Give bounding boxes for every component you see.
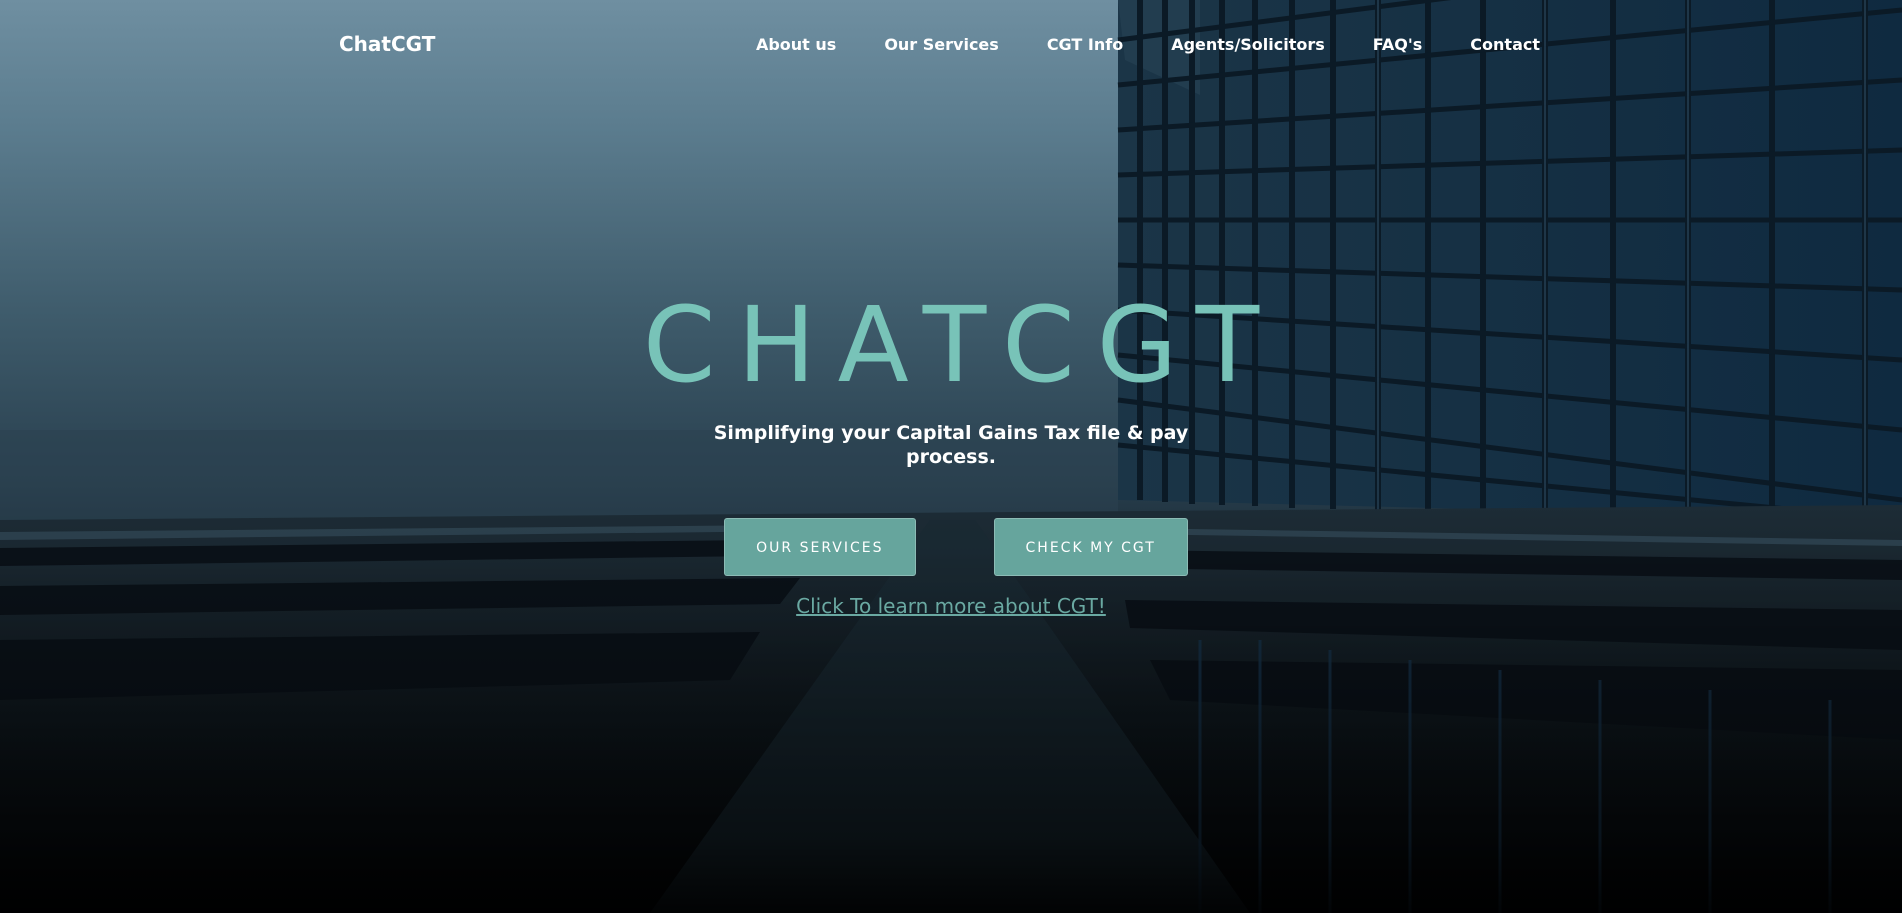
check-my-cgt-button[interactable]: CHECK MY CGT (993, 518, 1188, 576)
nav-link-about-us[interactable]: About us (756, 35, 836, 54)
hero-buttons: OUR SERVICES CHECK MY CGT (0, 518, 1902, 576)
nav-links: About us Our Services CGT Info Agents/So… (756, 35, 1540, 54)
nav-link-faqs[interactable]: FAQ's (1373, 35, 1423, 54)
nav-link-cgt-info[interactable]: CGT Info (1047, 35, 1123, 54)
hero-tagline: Simplifying your Capital Gains Tax file … (713, 422, 1189, 468)
nav-link-contact[interactable]: Contact (1470, 35, 1540, 54)
hero-title: CHATCGT (642, 284, 1282, 406)
landing-page: ChatCGT About us Our Services CGT Info A… (0, 0, 1902, 913)
top-navbar: ChatCGT About us Our Services CGT Info A… (0, 0, 1902, 90)
nav-link-our-services[interactable]: Our Services (884, 35, 999, 54)
our-services-button[interactable]: OUR SERVICES (724, 518, 916, 576)
hero-section: CHATCGT Simplifying your Capital Gains T… (0, 285, 1902, 618)
nav-link-agents-solicitors[interactable]: Agents/Solicitors (1171, 35, 1325, 54)
brand-logo-link[interactable]: ChatCGT (339, 32, 435, 56)
learn-more-cgt-link[interactable]: Click To learn more about CGT! (796, 594, 1106, 618)
